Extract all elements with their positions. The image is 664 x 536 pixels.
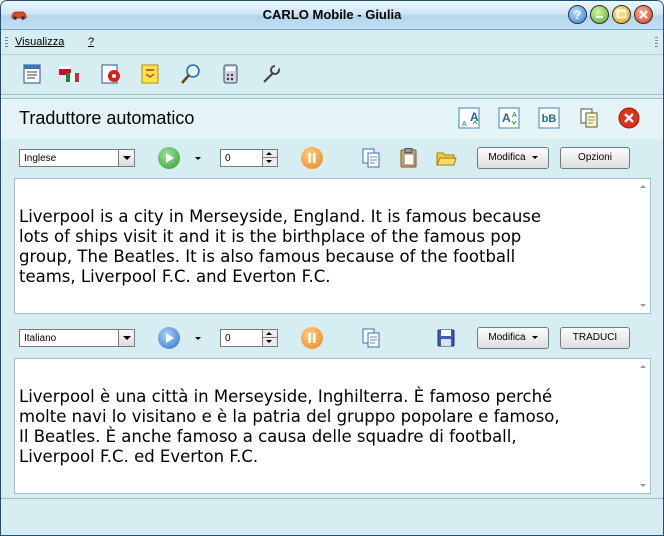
target-language-select[interactable]: Italiano: [19, 329, 135, 347]
chevron-down-icon[interactable]: [118, 150, 134, 166]
play-icon: [166, 333, 174, 343]
menu-visualizza[interactable]: Visualizza: [15, 36, 64, 48]
target-pause-button[interactable]: [301, 327, 323, 349]
minimize-button[interactable]: [590, 5, 609, 24]
chevron-down-icon[interactable]: [118, 330, 134, 346]
font-increase-icon[interactable]: AA: [458, 107, 480, 129]
save-icon[interactable]: [435, 327, 457, 349]
source-language-value: Inglese: [24, 153, 57, 164]
maximize-button[interactable]: [612, 5, 631, 24]
source-play-button[interactable]: [158, 147, 180, 169]
translate-button[interactable]: TRADUCI: [560, 327, 630, 349]
source-text-area[interactable]: Liverpool is a city in Merseyside, Engla…: [14, 178, 651, 314]
scroll-up-icon[interactable]: [640, 365, 646, 368]
menu-grip-right: [655, 37, 658, 48]
pause-icon: [308, 333, 316, 343]
dictionary-icon[interactable]: [138, 62, 162, 86]
target-scrollbar[interactable]: [636, 359, 650, 493]
menu-bar: Visualizza ?: [1, 30, 663, 55]
menu-help[interactable]: ?: [88, 36, 94, 48]
svg-text:?: ?: [574, 8, 581, 22]
copy-icon[interactable]: [360, 327, 382, 349]
window-title: CARLO Mobile - Giulia: [262, 7, 402, 22]
scroll-down-icon[interactable]: [640, 484, 646, 487]
source-modify-label: Modifica: [488, 152, 526, 163]
paste-icon[interactable]: [398, 147, 420, 169]
status-bar: [1, 498, 663, 535]
stepper-arrows-icon[interactable]: [262, 330, 277, 346]
panel-title: Traduttore automatico: [19, 108, 195, 128]
stepper-arrows-icon[interactable]: [262, 150, 277, 166]
flags-icon[interactable]: [57, 62, 81, 86]
target-modify-label: Modifica: [488, 332, 526, 343]
svg-text:A: A: [462, 121, 467, 128]
copy-icon[interactable]: [360, 147, 382, 169]
target-language-value: Italiano: [24, 333, 57, 344]
svg-text:A: A: [502, 111, 511, 125]
translator-header: Traduttore automatico AA AA bB: [1, 98, 663, 140]
source-pause-button[interactable]: [301, 147, 323, 169]
copy-pages-icon[interactable]: [578, 107, 600, 129]
svg-text:A: A: [512, 112, 517, 119]
play-options-chevron-icon[interactable]: [195, 157, 201, 160]
target-controls: Italiano 0 Modifica TRADUCI: [1, 319, 663, 357]
case-icon[interactable]: bB: [538, 107, 560, 129]
search-icon[interactable]: [179, 62, 203, 86]
app-window: CARLO Mobile - Giulia ? Visualizza ? Tra…: [0, 0, 664, 536]
target-text[interactable]: Liverpool è una città in Merseyside, Ing…: [19, 387, 619, 467]
scroll-down-icon[interactable]: [640, 304, 646, 307]
source-text[interactable]: Liverpool is a city in Merseyside, Engla…: [19, 207, 619, 287]
play-icon: [166, 153, 174, 163]
options-button[interactable]: Opzioni: [560, 147, 630, 169]
minimize-icon: [596, 16, 603, 18]
audio-icon[interactable]: [99, 62, 123, 86]
target-modify-button[interactable]: Modifica: [477, 327, 549, 349]
source-speed-value: 0: [225, 153, 231, 164]
source-scrollbar[interactable]: [636, 179, 650, 313]
font-decrease-icon[interactable]: AA: [498, 107, 520, 129]
target-play-button[interactable]: [158, 327, 180, 349]
scroll-up-icon[interactable]: [640, 185, 646, 188]
title-bar[interactable]: CARLO Mobile - Giulia ?: [1, 1, 663, 30]
help-window-button[interactable]: ?: [568, 5, 587, 24]
play-options-chevron-icon[interactable]: [195, 337, 201, 340]
svg-text:bB: bB: [542, 113, 557, 125]
main-toolbar: [1, 55, 663, 95]
close-icon: [639, 10, 648, 19]
chevron-down-icon: [531, 335, 538, 339]
pause-icon: [308, 153, 316, 163]
document-icon[interactable]: [20, 62, 44, 86]
source-modify-button[interactable]: Modifica: [477, 147, 549, 169]
close-icon[interactable]: [618, 107, 640, 129]
source-language-select[interactable]: Inglese: [19, 149, 135, 167]
calculator-icon[interactable]: [219, 62, 243, 86]
chevron-down-icon: [531, 155, 538, 159]
question-icon: ?: [574, 8, 581, 22]
open-folder-icon[interactable]: [435, 147, 457, 169]
maximize-icon: [616, 9, 627, 19]
target-speed-value: 0: [225, 333, 231, 344]
source-controls: Inglese 0 Modifica Opzioni: [1, 139, 663, 177]
close-window-button[interactable]: [634, 5, 653, 24]
wrench-icon[interactable]: [259, 62, 283, 86]
target-text-area[interactable]: Liverpool è una città in Merseyside, Ing…: [14, 358, 651, 494]
menu-grip[interactable]: [5, 37, 8, 48]
target-speed-stepper[interactable]: 0: [220, 329, 278, 347]
source-speed-stepper[interactable]: 0: [220, 149, 278, 167]
